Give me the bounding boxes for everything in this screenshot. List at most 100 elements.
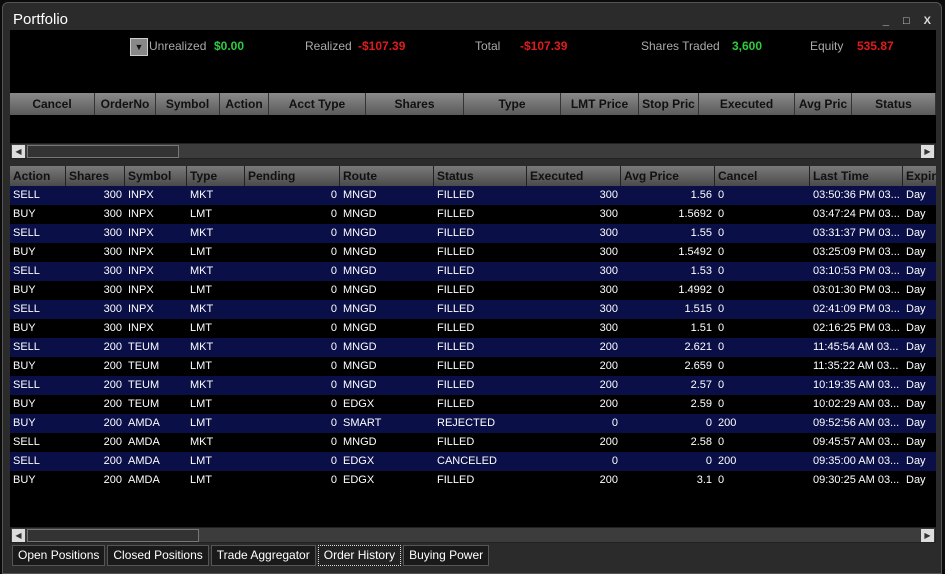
cell-avg-price: 3.1 (696, 474, 712, 486)
column-header-symbol[interactable]: Symbol (156, 93, 220, 115)
cell-pending: 0 (330, 303, 337, 315)
column-header-avg-price[interactable]: Avg Price (621, 166, 715, 186)
scroll-right-icon[interactable]: ▶ (921, 145, 934, 158)
column-header-executed[interactable]: Executed (527, 166, 621, 186)
cell-status: FILLED (437, 265, 475, 277)
cell-cancel: 0 (718, 189, 725, 201)
cell-action: BUY (13, 284, 36, 296)
table-row[interactable]: BUY 200 TEUM LMT 0 MNGD FILLED 200 2.659 0 11:35:2… (10, 357, 936, 376)
tab-order-history[interactable]: Order History (317, 545, 402, 566)
table-row[interactable]: SELL 200 TEUM MKT 0 MNGD FILLED 200 2.621 0 11:45:… (10, 338, 936, 357)
cell-executed: 300 (599, 227, 618, 239)
column-header-avg-pric[interactable]: Avg Pric (795, 93, 852, 115)
table-row[interactable]: BUY 300 INPX LMT 0 MNGD FILLED 300 1.5692 0 03:47:… (10, 205, 936, 224)
cell-pending: 0 (330, 189, 337, 201)
column-header-route[interactable]: Route (340, 166, 434, 186)
column-header-acct-type[interactable]: Acct Type (269, 93, 366, 115)
scroll-left-icon[interactable]: ◀ (12, 529, 25, 542)
cell-shares: 300 (103, 189, 122, 201)
table-row[interactable]: SELL 200 AMDA LMT 0 EDGX CANCELED 0 0 200 09:35:00… (10, 452, 936, 471)
cell-cancel: 0 (718, 303, 725, 315)
summary-dropdown[interactable]: ▼ (130, 38, 148, 56)
table-row[interactable]: BUY 200 AMDA LMT 0 SMART REJECTED 0 0 200 09:52:56… (10, 414, 936, 433)
table-row[interactable]: SELL 300 INPX MKT 0 MNGD FILLED 300 1.515 0 02:41:… (10, 300, 936, 319)
cell-route: EDGX (343, 455, 375, 467)
order-history-scrollbar[interactable]: ◀ ▶ (10, 527, 936, 543)
cell-avg-price: 1.53 (690, 265, 712, 277)
table-row[interactable]: SELL 300 INPX MKT 0 MNGD FILLED 300 1.55 0 03:31:3… (10, 224, 936, 243)
column-header-shares[interactable]: Shares (66, 166, 125, 186)
cell-avg-price: 2.659 (684, 360, 712, 372)
cell-avg-price: 2.58 (690, 436, 712, 448)
cell-expir: Day (906, 208, 926, 220)
cell-cancel: 0 (718, 379, 725, 391)
column-header-type[interactable]: Type (464, 93, 561, 115)
column-header-shares[interactable]: Shares (366, 93, 464, 115)
column-header-last-time[interactable]: Last Time (810, 166, 903, 186)
cell-action: SELL (13, 341, 40, 353)
scroll-thumb[interactable] (27, 529, 199, 542)
table-row[interactable]: BUY 300 INPX LMT 0 MNGD FILLED 300 1.4992 0 03:01:… (10, 281, 936, 300)
scroll-left-icon[interactable]: ◀ (12, 145, 25, 158)
tab-open-positions[interactable]: Open Positions (12, 545, 106, 566)
table-row[interactable]: SELL 300 INPX MKT 0 MNGD FILLED 300 1.56 0 03:50:3… (10, 186, 936, 205)
cell-executed: 300 (599, 303, 618, 315)
cell-last-time: 10:02:29 AM 03... (813, 398, 900, 410)
tab-closed-positions[interactable]: Closed Positions (107, 545, 209, 566)
cell-pending: 0 (330, 227, 337, 239)
cell-avg-price: 1.5492 (678, 246, 712, 258)
table-row[interactable]: BUY 200 TEUM LMT 0 EDGX FILLED 200 2.59 0 10:02:29… (10, 395, 936, 414)
cell-pending: 0 (330, 246, 337, 258)
table-row[interactable]: SELL 200 AMDA MKT 0 MNGD FILLED 200 2.58 0 09:45:5… (10, 433, 936, 452)
minimize-button[interactable]: _ (883, 15, 889, 27)
table-row[interactable]: BUY 200 AMDA LMT 0 EDGX FILLED 200 3.1 0 09:30:25 … (10, 471, 936, 490)
table-row[interactable]: BUY 300 INPX LMT 0 MNGD FILLED 300 1.51 0 02:16:25… (10, 319, 936, 338)
tab-buying-power[interactable]: Buying Power (403, 545, 490, 566)
cell-shares: 200 (103, 474, 122, 486)
cell-shares: 300 (103, 303, 122, 315)
column-header-pending[interactable]: Pending (245, 166, 340, 186)
open-orders-scrollbar[interactable]: ◀ ▶ (10, 143, 936, 159)
column-header-cancel[interactable]: Cancel (10, 93, 95, 115)
cell-pending: 0 (330, 436, 337, 448)
column-header-symbol[interactable]: Symbol (125, 166, 187, 186)
column-header-executed[interactable]: Executed (699, 93, 795, 115)
column-header-action[interactable]: Action (10, 166, 66, 186)
column-header-status[interactable]: Status (852, 93, 936, 115)
cell-pending: 0 (330, 208, 337, 220)
cell-last-time: 11:35:22 AM 03... (813, 360, 899, 372)
cell-status: FILLED (437, 208, 475, 220)
close-button[interactable]: X (924, 15, 931, 27)
cell-symbol: INPX (128, 284, 154, 296)
cell-action: BUY (13, 417, 36, 429)
cell-shares: 200 (103, 455, 122, 467)
cell-action: SELL (13, 189, 40, 201)
table-row[interactable]: SELL 200 TEUM MKT 0 MNGD FILLED 200 2.57 0 10:19:3… (10, 376, 936, 395)
column-header-stop-pric[interactable]: Stop Pric (639, 93, 699, 115)
cell-symbol: INPX (128, 322, 154, 334)
cell-route: MNGD (343, 208, 377, 220)
scroll-thumb[interactable] (27, 145, 179, 158)
tab-trade-aggregator[interactable]: Trade Aggregator (210, 545, 316, 566)
column-header-lmt-price[interactable]: LMT Price (561, 93, 639, 115)
column-header-type[interactable]: Type (187, 166, 245, 186)
column-header-expir[interactable]: Expir (903, 166, 936, 186)
cell-executed: 0 (611, 417, 618, 429)
cell-executed: 200 (599, 341, 618, 353)
cell-avg-price: 1.56 (690, 189, 712, 201)
maximize-button[interactable]: □ (903, 15, 910, 27)
column-header-orderno[interactable]: OrderNo (95, 93, 156, 115)
table-row[interactable]: BUY 300 INPX LMT 0 MNGD FILLED 300 1.5492 0 03:25:… (10, 243, 936, 262)
cell-type: LMT (190, 322, 212, 334)
cell-action: BUY (13, 322, 36, 334)
cell-cancel: 0 (718, 284, 725, 296)
cell-symbol: TEUM (128, 341, 160, 353)
scroll-right-icon[interactable]: ▶ (921, 529, 934, 542)
cell-route: MNGD (343, 265, 377, 277)
column-header-cancel[interactable]: Cancel (715, 166, 810, 186)
column-header-action[interactable]: Action (220, 93, 269, 115)
cell-shares: 300 (103, 284, 122, 296)
cell-route: EDGX (343, 474, 375, 486)
table-row[interactable]: SELL 300 INPX MKT 0 MNGD FILLED 300 1.53 0 03:10:5… (10, 262, 936, 281)
column-header-status[interactable]: Status (434, 166, 527, 186)
